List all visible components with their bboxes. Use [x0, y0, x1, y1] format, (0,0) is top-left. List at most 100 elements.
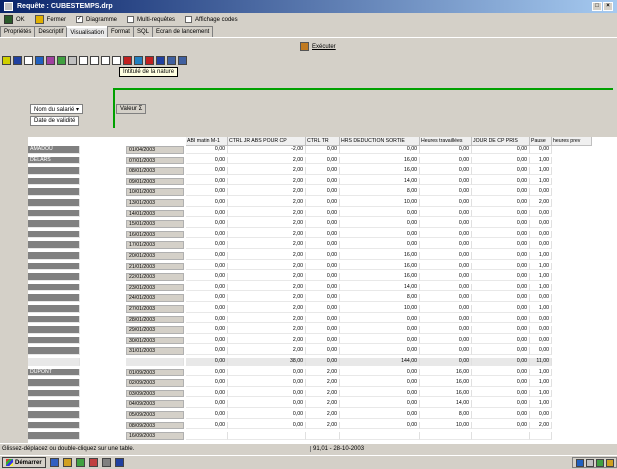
employee-name-cell[interactable] [28, 209, 80, 218]
date-cell[interactable]: 15/01/2003 [126, 220, 184, 228]
value-cell[interactable]: 0,00 [530, 336, 552, 345]
employee-name-cell[interactable] [28, 432, 80, 440]
value-cell[interactable]: 0,00 [472, 347, 530, 355]
value-cell[interactable]: 0,00 [306, 199, 340, 207]
value-cell[interactable]: 0,00 [530, 146, 552, 154]
value-cell[interactable]: 0,00 [340, 336, 420, 345]
employee-name-cell[interactable] [28, 294, 80, 302]
value-cell[interactable]: 2,00 [228, 209, 306, 218]
value-cell[interactable]: 0,00 [420, 305, 472, 313]
date-cell[interactable]: 16/09/2003 [126, 432, 184, 440]
employee-name-cell[interactable] [28, 389, 80, 398]
employee-name-cell[interactable] [28, 411, 80, 419]
value-cell[interactable]: 0,00 [186, 358, 228, 366]
employee-name-cell[interactable]: DELARS [28, 156, 80, 165]
value-cell[interactable]: 16,00 [340, 273, 420, 281]
value-cell[interactable]: 14,00 [420, 400, 472, 408]
date-cell[interactable]: 10/01/2003 [126, 188, 184, 196]
value-cell[interactable]: 2,00 [228, 177, 306, 186]
value-cell[interactable]: 0,00 [530, 411, 552, 419]
value-cell[interactable]: 0,00 [186, 326, 228, 334]
employee-name-cell[interactable] [28, 358, 80, 366]
grid4-icon[interactable] [112, 56, 121, 65]
close-button[interactable]: Fermer [34, 15, 66, 24]
value-cell[interactable]: 144,00 [340, 358, 420, 366]
value-cell[interactable]: 0,00 [340, 146, 420, 154]
value-cell[interactable]: 16,00 [420, 368, 472, 377]
value-cell[interactable]: 0,00 [306, 156, 340, 165]
value-cell[interactable]: 0,00 [530, 326, 552, 334]
value-cell[interactable]: 10,00 [340, 199, 420, 207]
value-cell[interactable]: 2,00 [228, 241, 306, 249]
multi-query-checkbox[interactable]: Multi-requêtes [127, 16, 175, 23]
date-cell[interactable]: 24/01/2003 [126, 294, 184, 302]
employee-name-cell[interactable] [28, 188, 80, 196]
date-cell[interactable]: 31/01/2003 [126, 347, 184, 355]
value-cell[interactable]: 0,00 [186, 188, 228, 196]
diagram-check-box[interactable]: ✓ [76, 16, 84, 23]
value-cell[interactable]: 2,00 [228, 220, 306, 228]
value-cell[interactable]: 1,00 [530, 273, 552, 281]
value-cell[interactable]: 0,00 [228, 379, 306, 387]
value-cell[interactable]: 1,00 [530, 283, 552, 292]
value-cell[interactable]: 2,00 [228, 262, 306, 271]
value-cell[interactable]: -2,00 [228, 146, 306, 154]
value-cell[interactable]: 0,00 [472, 156, 530, 165]
value-cell[interactable]: 0,00 [186, 389, 228, 398]
value-cell[interactable]: 0,00 [306, 326, 340, 334]
employee-name-cell[interactable]: AMADOU [28, 146, 80, 154]
value-cell[interactable]: 8,00 [420, 411, 472, 419]
date-cell[interactable]: 27/01/2003 [126, 305, 184, 313]
value-cell[interactable]: 0,00 [186, 283, 228, 292]
value-cell[interactable]: 0,00 [340, 326, 420, 334]
column-header[interactable]: HRS DEDUCTION SORTIE [340, 137, 420, 146]
employee-name-cell[interactable] [28, 305, 80, 313]
quicklaunch-folder-icon[interactable] [62, 458, 72, 467]
value-cell[interactable]: 0,00 [340, 230, 420, 239]
export-icon[interactable] [145, 56, 154, 65]
value-cell[interactable]: 0,00 [472, 241, 530, 249]
column-header[interactable]: Heures travaillées [420, 137, 472, 146]
value-cell[interactable] [186, 432, 228, 440]
value-cell[interactable]: 0,00 [186, 146, 228, 154]
value-cell[interactable]: 0,00 [340, 220, 420, 228]
value-cell[interactable]: 0,00 [306, 177, 340, 186]
date-cell[interactable]: 13/01/2003 [126, 199, 184, 207]
quicklaunch-app2-icon[interactable] [88, 458, 98, 467]
maximize-button[interactable]: □ [592, 2, 602, 11]
employee-name-cell[interactable] [28, 400, 80, 408]
date-cell[interactable]: 21/01/2003 [126, 262, 184, 271]
value-cell[interactable]: 0,00 [472, 199, 530, 207]
date-cell[interactable]: 07/01/2003 [126, 156, 184, 165]
value-cell[interactable]: 10,00 [420, 421, 472, 430]
value-cell[interactable]: 2,00 [306, 400, 340, 408]
value-cell[interactable]: 0,00 [186, 199, 228, 207]
employee-name-cell[interactable] [28, 199, 80, 207]
value-cell[interactable]: 0,00 [420, 252, 472, 260]
value-cell[interactable]: 1,00 [530, 389, 552, 398]
ok-button[interactable]: OK [4, 15, 25, 24]
value-cell[interactable]: 0,00 [340, 421, 420, 430]
start-button[interactable]: Démarrer [2, 457, 46, 468]
tab-properties[interactable]: Propriétés [0, 26, 36, 37]
value-cell[interactable]: 0,00 [420, 188, 472, 196]
value-cell[interactable]: 0,00 [186, 209, 228, 218]
font-color-icon[interactable] [35, 56, 44, 65]
value-cell[interactable]: 2,00 [228, 305, 306, 313]
value-cell[interactable]: 0,00 [420, 262, 472, 271]
tab-launch-screen[interactable]: Ecran de lancement [151, 26, 214, 37]
refresh-icon[interactable] [156, 56, 165, 65]
value-cell[interactable] [420, 432, 472, 440]
value-cell[interactable]: 1,00 [530, 305, 552, 313]
value-cell[interactable]: 0,00 [186, 421, 228, 430]
employee-name-cell[interactable] [28, 262, 80, 271]
tray-app2-icon[interactable] [606, 458, 614, 467]
value-cell[interactable]: 16,00 [340, 252, 420, 260]
row-field-validity-date[interactable]: Date de validité [30, 116, 80, 126]
value-cell[interactable]: 10,00 [340, 305, 420, 313]
date-cell[interactable]: 08/01/2003 [126, 167, 184, 175]
taskbar-window-icon[interactable] [101, 458, 111, 467]
diagram-checkbox[interactable]: ✓ Diagramme [76, 16, 117, 23]
value-cell[interactable]: 2,00 [228, 326, 306, 334]
value-cell[interactable]: 2,00 [530, 421, 552, 430]
